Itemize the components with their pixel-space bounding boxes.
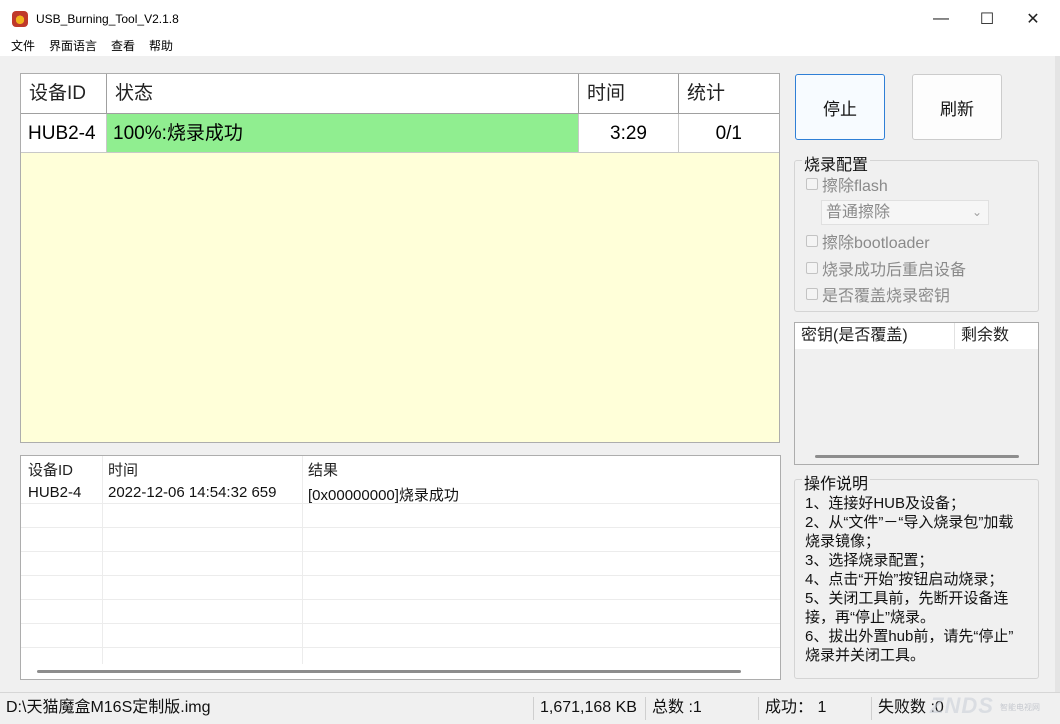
- column-header-time[interactable]: 时间: [579, 74, 679, 114]
- checkbox-box[interactable]: [806, 178, 818, 190]
- chevron-down-icon: ⌄: [971, 205, 982, 219]
- status-divider: [645, 697, 646, 720]
- refresh-button[interactable]: 刷新: [912, 74, 1002, 140]
- instruction-line: 3、选择烧录配置；: [805, 552, 934, 569]
- menu-help[interactable]: 帮助: [149, 38, 173, 54]
- column-header-device-id[interactable]: 设备ID: [28, 459, 73, 481]
- erase-flash-checkbox[interactable]: 擦除flash: [806, 174, 888, 195]
- title-bar: USB_Burning_Tool_V2.1.8 — ☐ ✕: [0, 0, 1060, 38]
- menu-view[interactable]: 查看: [111, 38, 135, 54]
- menu-file[interactable]: 文件: [11, 38, 35, 54]
- checkbox-box[interactable]: [806, 262, 818, 274]
- watermark-logo: ZNDS: [930, 693, 994, 718]
- column-header-key[interactable]: 密钥(是否覆盖): [795, 323, 955, 349]
- column-header-time[interactable]: 时间: [108, 459, 138, 481]
- log-table[interactable]: 设备ID 时间 结果 HUB2-4 2022-12-06 14:54:32 65…: [20, 455, 781, 680]
- key-list[interactable]: 密钥(是否覆盖) 剩余数: [794, 322, 1039, 465]
- stats-cell: 0/1: [679, 114, 779, 153]
- horizontal-scrollbar[interactable]: [37, 670, 741, 673]
- time-cell: 3:29: [579, 114, 679, 153]
- overwrite-key-label: 是否覆盖烧录密钥: [822, 288, 951, 305]
- log-device-id-cell: HUB2-4: [28, 484, 82, 501]
- row-divider: [21, 623, 780, 624]
- erase-flash-label: 擦除flash: [822, 178, 888, 195]
- instruction-line: 2、从“文件”－“导入烧录包”加载: [805, 514, 1014, 531]
- instructions-title: 操作说明: [802, 470, 871, 494]
- table-row[interactable]: HUB2-4 100%:烧录成功 3:29 0/1: [21, 114, 779, 153]
- device-id-cell: HUB2-4: [21, 114, 107, 153]
- column-header-stats[interactable]: 统计: [679, 74, 779, 114]
- status-divider: [533, 697, 534, 720]
- menu-language[interactable]: 界面语言: [49, 38, 97, 54]
- log-result-cell: [0x00000000]烧录成功: [308, 487, 459, 504]
- row-divider: [21, 599, 780, 600]
- status-divider: [871, 697, 872, 720]
- horizontal-scrollbar[interactable]: [815, 455, 1019, 458]
- close-button[interactable]: ✕: [1010, 0, 1056, 38]
- total-count: 总数 :1: [652, 699, 702, 716]
- erase-mode-select[interactable]: 普通擦除 ⌄: [821, 200, 989, 225]
- reboot-after-success-checkbox[interactable]: 烧录成功后重启设备: [806, 258, 967, 279]
- instruction-line: 6、拔出外置hub前，请先“停止”: [805, 628, 1014, 645]
- instruction-line: 1、连接好HUB及设备；: [805, 495, 966, 512]
- erase-bootloader-label: 擦除bootloader: [822, 235, 930, 252]
- menu-bar: 文件 界面语言 查看 帮助: [0, 38, 1060, 56]
- instruction-line: 接，再“停止”烧录。: [805, 609, 935, 626]
- minimize-button[interactable]: —: [918, 0, 964, 38]
- stop-button[interactable]: 停止: [795, 74, 885, 140]
- device-table-header: 设备ID 状态 时间 统计: [21, 74, 779, 114]
- checkbox-box[interactable]: [806, 235, 818, 247]
- status-cell: 100%:烧录成功: [107, 114, 579, 153]
- window-title: USB_Burning_Tool_V2.1.8: [36, 12, 179, 26]
- window-edge: [1055, 56, 1060, 692]
- maximize-button[interactable]: ☐: [964, 0, 1010, 38]
- instruction-line: 5、关闭工具前，先断开设备连: [805, 590, 1009, 607]
- column-header-status[interactable]: 状态: [107, 74, 579, 114]
- device-table[interactable]: 设备ID 状态 时间 统计 HUB2-4 100%:烧录成功 3:29 0/1: [20, 73, 780, 443]
- status-bar: D:\天猫魔盒M16S定制版.img 1,671,168 KB 总数 :1 成功…: [0, 692, 1060, 724]
- row-divider: [21, 647, 780, 648]
- row-divider: [21, 527, 780, 528]
- column-header-device-id[interactable]: 设备ID: [21, 74, 107, 114]
- column-divider: [302, 456, 303, 664]
- image-path: D:\天猫魔盒M16S定制版.img: [6, 699, 211, 716]
- success-count: 成功： 1: [765, 699, 827, 716]
- log-time-cell: 2022-12-06 14:54:32 659: [108, 484, 277, 501]
- row-divider: [21, 575, 780, 576]
- instruction-line: 烧录镜像；: [805, 533, 881, 550]
- app-logo-icon: [12, 11, 28, 27]
- erase-mode-value: 普通擦除: [826, 204, 891, 221]
- overwrite-key-checkbox[interactable]: 是否覆盖烧录密钥: [806, 284, 951, 305]
- reboot-after-success-label: 烧录成功后重启设备: [822, 262, 967, 279]
- image-size: 1,671,168 KB: [540, 699, 637, 716]
- column-header-result[interactable]: 结果: [308, 459, 338, 481]
- key-list-header: 密钥(是否覆盖) 剩余数: [795, 323, 1038, 349]
- column-header-remaining[interactable]: 剩余数: [955, 323, 1038, 349]
- column-divider: [102, 456, 103, 664]
- checkbox-box[interactable]: [806, 288, 818, 300]
- row-divider: [21, 551, 780, 552]
- erase-bootloader-checkbox[interactable]: 擦除bootloader: [806, 231, 930, 252]
- instruction-line: 4、点击“开始”按钮启动烧录；: [805, 571, 1004, 588]
- status-divider: [758, 697, 759, 720]
- watermark-subtitle: 智能电视网: [1000, 703, 1040, 712]
- instruction-line: 烧录并关闭工具。: [805, 647, 926, 664]
